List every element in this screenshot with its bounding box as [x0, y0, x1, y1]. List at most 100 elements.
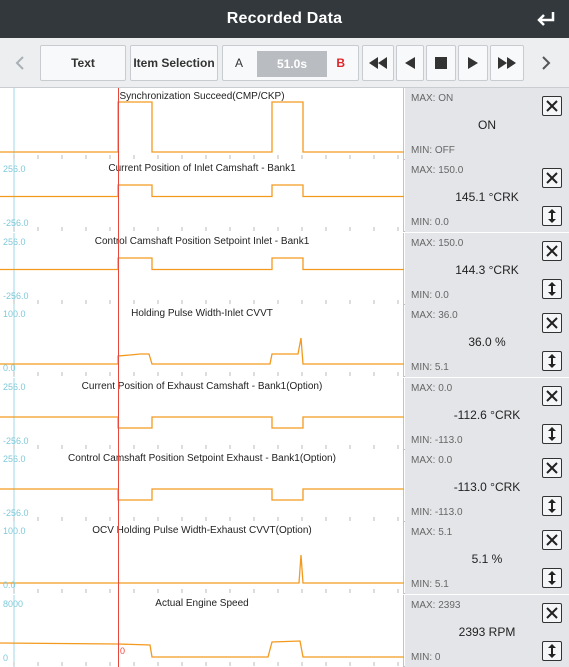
data-row: Current Position of Exhaust Camshaft - B…: [0, 377, 569, 450]
parameter-title: Holding Pulse Width-Inlet CVVT: [131, 308, 273, 320]
stop-button[interactable]: [426, 45, 456, 81]
scale-button[interactable]: [542, 640, 562, 661]
value-panel: MAX: 2393 2393 RPM MIN: 0: [405, 594, 569, 667]
parameter-title: Control Camshaft Position Setpoint Exhau…: [68, 453, 336, 464]
y-min-label: 0.0: [3, 363, 16, 374]
fast-rewind-icon: [369, 57, 387, 69]
parameter-title: Current Position of Exhaust Camshaft - B…: [81, 380, 323, 392]
value-panel: MAX: 0.0 -112.6 °CRK MIN: -113.0: [405, 377, 569, 450]
current-value: 145.1 °CRK: [455, 190, 519, 205]
y-min-label: -256.0: [3, 435, 29, 446]
fast-rewind-button[interactable]: [362, 45, 394, 81]
remove-button[interactable]: [542, 458, 562, 478]
value-panel: MAX: 150.0 145.1 °CRK MIN: 0.0: [405, 160, 569, 233]
remove-button[interactable]: [542, 530, 562, 551]
chevron-left-icon: [15, 56, 24, 70]
min-value: MIN: 0: [411, 651, 441, 663]
data-row: Synchronization Succeed(CMP/CKP) MAX: ON O…: [0, 88, 569, 160]
remove-button[interactable]: [542, 168, 562, 189]
remove-button[interactable]: [542, 313, 562, 334]
close-icon: [546, 462, 558, 474]
signal-trace: [0, 257, 404, 270]
y-min-label: 0: [3, 652, 9, 663]
min-value: MIN: -113.0: [411, 507, 463, 518]
y-min-label: -256.0: [3, 290, 29, 301]
time-cursor[interactable]: [118, 88, 119, 667]
close-icon: [546, 389, 558, 402]
b-marker-label[interactable]: B: [336, 56, 345, 70]
close-icon: [546, 317, 558, 329]
graph-area[interactable]: Current Position of Inlet Camshaft - Ban…: [0, 160, 404, 233]
previous-button[interactable]: [8, 45, 32, 81]
play-icon: [468, 57, 478, 69]
scale-button[interactable]: [542, 278, 562, 299]
data-row: Holding Pulse Width-Inlet CVVT 100.0 0.0 MA…: [0, 305, 569, 378]
close-icon: [546, 245, 558, 257]
max-value: MAX: 150.0: [411, 165, 464, 177]
graph-area[interactable]: OCV Holding Pulse Width-Exhaust CVVT(Opt…: [0, 522, 404, 595]
remove-button[interactable]: [542, 240, 562, 261]
y-min-label: -256.0: [3, 218, 29, 229]
return-arrow-icon[interactable]: [535, 8, 557, 30]
signal-trace: [0, 488, 404, 501]
value-panel: MAX: ON ON MIN: OFF: [405, 88, 569, 160]
parameter-title: Control Camshaft Position Setpoint Inlet…: [94, 235, 310, 247]
scale-button[interactable]: [542, 351, 562, 372]
data-row: Actual Engine Speed 8000 0 MAX: 2393 2393 RP…: [0, 594, 569, 667]
next-button[interactable]: [534, 45, 558, 81]
vertical-resize-icon: [548, 426, 556, 441]
vertical-resize-icon: [548, 209, 556, 224]
min-value: MIN: 5.1: [411, 579, 449, 591]
y-max-label: 100.0: [3, 526, 26, 537]
fast-forward-button[interactable]: [490, 45, 524, 81]
graph-area[interactable]: Current Position of Exhaust Camshaft - B…: [0, 377, 404, 450]
value-panel: MAX: 5.1 5.1 % MIN: 5.1: [405, 522, 569, 595]
value-panel: MAX: 0.0 -113.0 °CRK MIN: -113.0: [405, 450, 569, 522]
signal-trace: [0, 415, 404, 429]
data-row: Control Camshaft Position Setpoint Inlet…: [0, 232, 569, 305]
cursor-label: 0: [120, 646, 126, 656]
remove-button[interactable]: [542, 385, 562, 406]
item-selection-button[interactable]: Item Selection: [130, 45, 218, 81]
max-value: MAX: 0.0: [411, 382, 453, 394]
remove-button[interactable]: [542, 602, 562, 623]
scale-button[interactable]: [542, 568, 562, 589]
graph-area[interactable]: Synchronization Succeed(CMP/CKP): [0, 88, 404, 160]
parameter-title: OCV Holding Pulse Width-Exhaust CVVT(Opt…: [92, 525, 312, 537]
ab-time-selector[interactable]: A 51.0s B: [222, 45, 359, 81]
max-value: MAX: 150.0: [411, 237, 464, 249]
graph-area[interactable]: Control Camshaft Position Setpoint Inlet…: [0, 232, 404, 305]
value-panel: MAX: 150.0 144.3 °CRK MIN: 0.0: [405, 232, 569, 305]
min-value: MIN: OFF: [411, 145, 455, 156]
scale-button[interactable]: [542, 496, 562, 516]
max-value: MAX: 0.0: [411, 455, 453, 466]
min-value: MIN: 0.0: [411, 217, 449, 229]
play-button[interactable]: [458, 45, 488, 81]
time-display: 51.0s: [257, 51, 327, 77]
play-back-button[interactable]: [396, 45, 424, 81]
max-value: MAX: 2393: [411, 599, 461, 611]
signal-trace: [0, 338, 404, 365]
text-button[interactable]: Text: [40, 45, 126, 81]
max-value: MAX: 36.0: [411, 310, 458, 322]
remove-button[interactable]: [542, 96, 562, 116]
graph-area[interactable]: Actual Engine Speed 8000 0: [0, 594, 404, 667]
y-max-label: 100.0: [3, 309, 26, 320]
y-max-label: 256.0: [3, 454, 26, 464]
scale-button[interactable]: [542, 206, 562, 227]
close-icon: [546, 607, 558, 619]
graph-area[interactable]: Holding Pulse Width-Inlet CVVT 100.0 0.0: [0, 305, 404, 378]
graph-area[interactable]: Control Camshaft Position Setpoint Exhau…: [0, 450, 404, 522]
y-max-label: 256.0: [3, 381, 26, 392]
max-value: MAX: ON: [411, 93, 454, 104]
current-value: -112.6 °CRK: [453, 407, 521, 422]
stop-icon: [435, 57, 447, 69]
y-max-label: 256.0: [3, 236, 26, 247]
playback-toolbar: Text Item Selection A 51.0s B: [0, 38, 569, 88]
a-marker-label[interactable]: A: [235, 56, 243, 70]
current-value: 5.1 %: [471, 552, 503, 567]
scale-button[interactable]: [542, 423, 562, 444]
page-title: Recorded Data: [226, 10, 343, 27]
parameter-title: Synchronization Succeed(CMP/CKP): [119, 91, 285, 102]
y-max-label: 8000: [3, 598, 24, 609]
